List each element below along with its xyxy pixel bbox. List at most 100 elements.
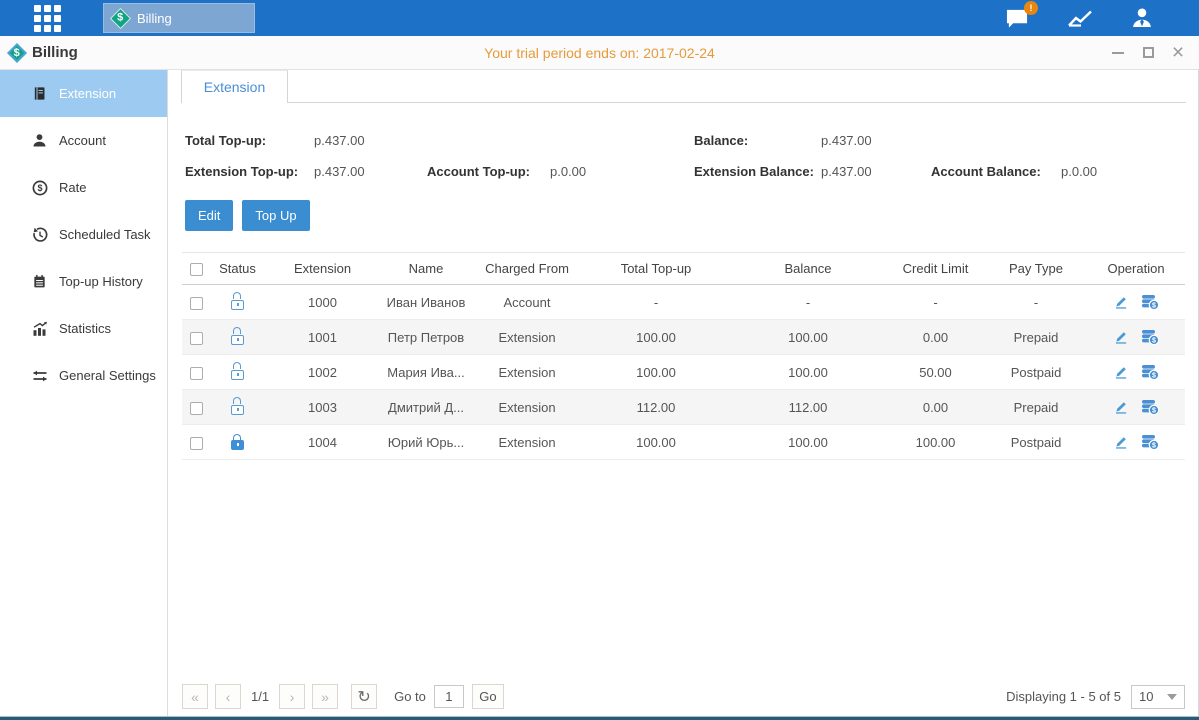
top-up-coins-icon[interactable]: $ bbox=[1141, 294, 1159, 310]
svg-text:$: $ bbox=[37, 183, 42, 193]
edit-icon[interactable] bbox=[1113, 399, 1129, 415]
lock-status-icon bbox=[231, 370, 244, 380]
cell-pay-type: Prepaid bbox=[985, 390, 1087, 425]
select-all-checkbox[interactable] bbox=[190, 263, 203, 276]
cell-charged-from: Extension bbox=[472, 320, 582, 355]
goto-page-input[interactable] bbox=[434, 685, 464, 708]
extension-topup-value: p.437.00 bbox=[314, 164, 427, 179]
row-checkbox[interactable] bbox=[190, 402, 203, 415]
sidebar-item-scheduled-task[interactable]: Scheduled Task bbox=[0, 211, 167, 258]
user-account-icon[interactable] bbox=[1130, 6, 1154, 30]
sidebar-item-extension[interactable]: Extension bbox=[0, 70, 167, 117]
cell-name: Мария Ива... bbox=[380, 355, 472, 390]
sidebar-item-rate[interactable]: $ Rate bbox=[0, 164, 167, 211]
tab-extension[interactable]: Extension bbox=[181, 70, 288, 103]
taskbar-tab-billing[interactable]: $ Billing bbox=[103, 3, 255, 33]
table-row: 1001 Петр Петров Extension 100.00 100.00… bbox=[182, 320, 1185, 355]
cell-extension: 1001 bbox=[265, 320, 380, 355]
svg-text:$: $ bbox=[1152, 338, 1156, 345]
cell-pay-type: Prepaid bbox=[985, 320, 1087, 355]
col-status: Status bbox=[210, 253, 265, 285]
close-icon[interactable] bbox=[1171, 46, 1185, 60]
sidebar-item-label: General Settings bbox=[59, 368, 156, 383]
first-page-button[interactable]: « bbox=[182, 684, 208, 709]
cell-charged-from: Account bbox=[472, 285, 582, 320]
cell-pay-type: - bbox=[985, 285, 1087, 320]
lock-status-icon bbox=[231, 300, 244, 310]
next-page-button[interactable]: › bbox=[279, 684, 305, 709]
cell-pay-type: Postpaid bbox=[985, 355, 1087, 390]
top-up-button[interactable]: Top Up bbox=[242, 200, 309, 231]
table-row: 1004 Юрий Юрь... Extension 100.00 100.00… bbox=[182, 425, 1185, 460]
table-row: 1000 Иван Иванов Account - - - - $ bbox=[182, 285, 1185, 320]
table-header-row: Status Extension Name Charged From Total… bbox=[182, 253, 1185, 285]
refresh-icon[interactable]: ↻ bbox=[351, 684, 377, 709]
extension-balance-value: p.437.00 bbox=[821, 164, 931, 179]
svg-text:$: $ bbox=[1152, 303, 1156, 310]
messages-icon[interactable]: ! bbox=[1005, 7, 1030, 30]
extension-topup-label: Extension Top-up: bbox=[185, 164, 314, 179]
extensions-table: Status Extension Name Charged From Total… bbox=[182, 252, 1185, 460]
tab-strip: Extension bbox=[181, 70, 1186, 103]
cell-total-topup: 100.00 bbox=[582, 355, 730, 390]
cell-total-topup: 100.00 bbox=[582, 320, 730, 355]
reports-chart-icon[interactable] bbox=[1067, 7, 1093, 29]
page-size-select[interactable]: 10 bbox=[1131, 685, 1185, 709]
top-up-coins-icon[interactable]: $ bbox=[1141, 364, 1159, 380]
total-topup-value: p.437.00 bbox=[314, 133, 427, 148]
svg-text:$: $ bbox=[1152, 443, 1156, 450]
cell-charged-from: Extension bbox=[472, 390, 582, 425]
table-row: 1003 Дмитрий Д... Extension 112.00 112.0… bbox=[182, 390, 1185, 425]
edit-icon[interactable] bbox=[1113, 329, 1129, 345]
app-grid-icon[interactable] bbox=[34, 5, 61, 32]
go-button[interactable]: Go bbox=[472, 684, 504, 709]
sidebar-item-statistics[interactable]: Statistics bbox=[0, 305, 167, 352]
cell-credit-limit: - bbox=[886, 285, 985, 320]
sidebar-item-label: Extension bbox=[59, 86, 116, 101]
bar-chart-icon bbox=[31, 321, 48, 337]
cell-balance: - bbox=[730, 285, 886, 320]
cell-charged-from: Extension bbox=[472, 355, 582, 390]
top-up-coins-icon[interactable]: $ bbox=[1141, 329, 1159, 345]
cell-credit-limit: 0.00 bbox=[886, 390, 985, 425]
maximize-icon[interactable] bbox=[1141, 46, 1155, 60]
account-topup-label: Account Top-up: bbox=[427, 164, 550, 179]
lock-status-icon bbox=[231, 405, 244, 415]
minimize-icon[interactable] bbox=[1111, 46, 1125, 60]
sidebar-item-general-settings[interactable]: General Settings bbox=[0, 352, 167, 399]
col-name: Name bbox=[380, 253, 472, 285]
cell-credit-limit: 100.00 bbox=[886, 425, 985, 460]
lock-status-icon bbox=[231, 335, 244, 345]
goto-label: Go to bbox=[394, 689, 426, 704]
row-checkbox[interactable] bbox=[190, 367, 203, 380]
row-checkbox[interactable] bbox=[190, 332, 203, 345]
col-charged-from: Charged From bbox=[472, 253, 582, 285]
lock-status-icon bbox=[231, 440, 244, 450]
row-checkbox[interactable] bbox=[190, 297, 203, 310]
window-title-bar: Your trial period ends on: 2017-02-24 $ … bbox=[0, 36, 1199, 70]
prev-page-button[interactable]: ‹ bbox=[215, 684, 241, 709]
top-up-coins-icon[interactable]: $ bbox=[1141, 399, 1159, 415]
sliders-icon bbox=[31, 368, 48, 384]
extension-balance-label: Extension Balance: bbox=[694, 164, 821, 179]
edit-icon[interactable] bbox=[1113, 364, 1129, 380]
displaying-text: Displaying 1 - 5 of 5 bbox=[1006, 689, 1121, 704]
last-page-button[interactable]: » bbox=[312, 684, 338, 709]
billing-summary: Total Top-up: p.437.00 Balance: p.437.00… bbox=[182, 125, 1185, 187]
cell-total-topup: 112.00 bbox=[582, 390, 730, 425]
col-pay-type: Pay Type bbox=[985, 253, 1087, 285]
cell-name: Петр Петров bbox=[380, 320, 472, 355]
cell-balance: 112.00 bbox=[730, 390, 886, 425]
sidebar-item-label: Statistics bbox=[59, 321, 111, 336]
sidebar-item-account[interactable]: Account bbox=[0, 117, 167, 164]
row-checkbox[interactable] bbox=[190, 437, 203, 450]
edit-button[interactable]: Edit bbox=[185, 200, 233, 231]
cell-name: Дмитрий Д... bbox=[380, 390, 472, 425]
sidebar-item-topup-history[interactable]: Top-up History bbox=[0, 258, 167, 305]
cell-name: Иван Иванов bbox=[380, 285, 472, 320]
edit-icon[interactable] bbox=[1113, 294, 1129, 310]
table-row: 1002 Мария Ива... Extension 100.00 100.0… bbox=[182, 355, 1185, 390]
edit-icon[interactable] bbox=[1113, 434, 1129, 450]
top-up-coins-icon[interactable]: $ bbox=[1141, 434, 1159, 450]
billing-logo-icon: $ bbox=[7, 43, 27, 63]
